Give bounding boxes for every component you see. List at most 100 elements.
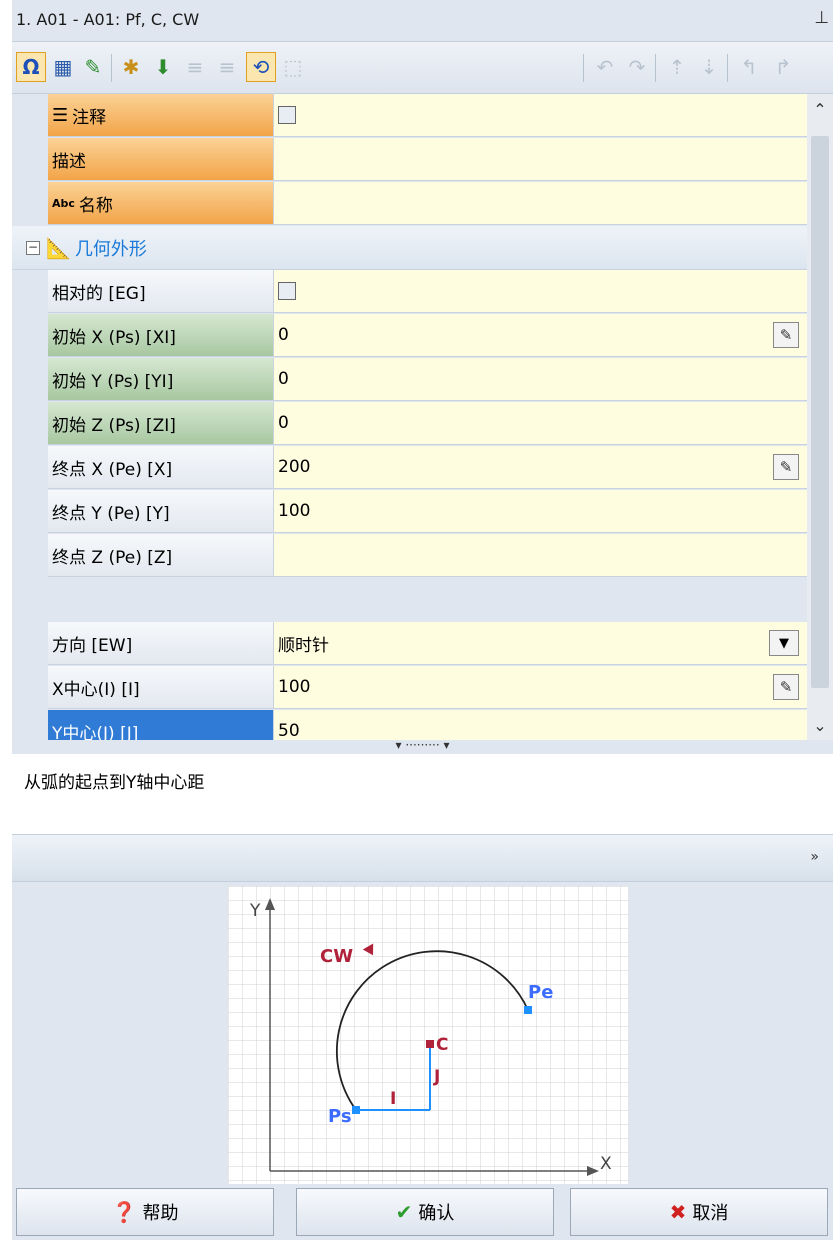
new-item-icon[interactable]: ✱ bbox=[116, 52, 146, 82]
end-x-text[interactable]: 200 bbox=[278, 457, 310, 477]
end-y-value[interactable]: 100 bbox=[273, 490, 807, 533]
center-x-text[interactable]: 100 bbox=[278, 677, 310, 697]
scroll-up-icon[interactable]: ⌃ bbox=[807, 94, 833, 124]
list-icon: ☰ bbox=[52, 104, 69, 126]
start-z-value[interactable]: 0 bbox=[273, 402, 807, 445]
scroll-down-icon[interactable]: ⌄ bbox=[807, 710, 833, 740]
start-x-text[interactable]: 0 bbox=[278, 325, 289, 345]
name-value[interactable] bbox=[273, 182, 807, 225]
panel-splitter[interactable]: ▾ ········· ▾ bbox=[12, 739, 833, 754]
row-label: 初始 X (Ps) [XI] bbox=[48, 314, 282, 357]
direction-label: 方向 [EW] bbox=[52, 635, 133, 656]
redo-icon[interactable]: ↷ bbox=[622, 52, 652, 82]
start-x-value[interactable]: 0 ✎ bbox=[273, 314, 807, 357]
window-title: 1. A01 - A01: Pf, C, CW bbox=[16, 10, 200, 29]
comment-value[interactable] bbox=[273, 94, 807, 137]
end-z-label: 终点 Z (Pe) [Z] bbox=[52, 547, 173, 568]
center-y-value[interactable]: 50 bbox=[273, 710, 807, 740]
comment-checkbox[interactable] bbox=[278, 106, 296, 124]
draw-arc-icon[interactable]: ✎ bbox=[78, 52, 108, 82]
row-label: 终点 X (Pe) [X] bbox=[48, 446, 282, 489]
group-geometry[interactable]: − 📐 几何外形 bbox=[12, 226, 807, 270]
row-start-x[interactable]: 初始 X (Ps) [XI] 0 ✎ bbox=[12, 314, 807, 358]
check-icon: ✔ bbox=[395, 1200, 413, 1224]
center-x-label: X中心(I) [I] bbox=[52, 679, 140, 700]
arc-diagram: Y X CW I J Ps Pe C bbox=[228, 886, 628, 1184]
row-label: 终点 Z (Pe) [Z] bbox=[48, 534, 282, 577]
step-down-icon[interactable]: ⇣ bbox=[694, 52, 724, 82]
help-button-label: 帮助 bbox=[142, 1203, 179, 1224]
cancel-icon: ✖ bbox=[669, 1200, 687, 1224]
pe-point bbox=[524, 1006, 532, 1014]
abc-icon: Abc bbox=[52, 196, 75, 210]
collapse-chevron-icon[interactable]: » bbox=[810, 849, 819, 865]
relative-checkbox[interactable] bbox=[278, 282, 296, 300]
row-end-x[interactable]: 终点 X (Pe) [X] 200 ✎ bbox=[12, 446, 807, 490]
collapse-icon[interactable]: − bbox=[26, 240, 40, 255]
name-label: 名称 bbox=[78, 195, 113, 216]
end-y-text[interactable]: 100 bbox=[278, 501, 310, 521]
edit-icon[interactable]: ✎ bbox=[773, 674, 799, 700]
pe-label: Pe bbox=[528, 982, 553, 1003]
omega-icon[interactable]: Ω bbox=[16, 52, 46, 82]
row-relative[interactable]: 相对的 [EG] bbox=[12, 270, 807, 314]
move-up-icon[interactable]: ≡ bbox=[180, 52, 210, 82]
row-start-z[interactable]: 初始 Z (Ps) [ZI] 0 bbox=[12, 402, 807, 446]
direction-text[interactable]: 顺时针 bbox=[278, 631, 329, 656]
i-label: I bbox=[390, 1089, 396, 1109]
cancel-button[interactable]: ✖ 取消 bbox=[570, 1188, 828, 1236]
row-center-x[interactable]: X中心(I) [I] 100 ✎ bbox=[12, 666, 807, 710]
row-direction[interactable]: 方向 [EW] 顺时针 ▼ bbox=[12, 622, 807, 666]
row-name[interactable]: Abc 名称 bbox=[12, 182, 807, 226]
row-start-y[interactable]: 初始 Y (Ps) [YI] 0 bbox=[12, 358, 807, 402]
start-y-label: 初始 Y (Ps) [YI] bbox=[52, 371, 174, 392]
center-y-text[interactable]: 50 bbox=[278, 721, 300, 740]
edit-icon[interactable]: ✎ bbox=[773, 322, 799, 348]
description-label: 描述 bbox=[52, 151, 86, 172]
forward-icon[interactable]: ↱ bbox=[768, 52, 798, 82]
insert-down-icon[interactable]: ⬇ bbox=[148, 52, 178, 82]
relative-label: 相对的 [EG] bbox=[52, 283, 146, 304]
row-label-selected: Y中心(J) [J] bbox=[48, 710, 282, 740]
row-end-y[interactable]: 终点 Y (Pe) [Y] 100 bbox=[12, 490, 807, 534]
ps-point bbox=[352, 1106, 360, 1114]
vertical-scrollbar[interactable]: ⌃ ⌄ bbox=[807, 94, 833, 740]
end-x-value[interactable]: 200 ✎ bbox=[273, 446, 807, 489]
row-comment[interactable]: ☰ 注释 bbox=[12, 94, 807, 138]
scroll-thumb[interactable] bbox=[811, 136, 829, 688]
assist-icon[interactable]: ⟲ bbox=[246, 52, 276, 82]
calendar-icon[interactable]: ▦ bbox=[48, 52, 78, 82]
row-center-y[interactable]: Y中心(J) [J] 50 bbox=[12, 710, 807, 740]
direction-select[interactable]: 顺时针 ▼ bbox=[273, 622, 807, 665]
start-x-label: 初始 X (Ps) [XI] bbox=[52, 327, 176, 348]
description-value[interactable] bbox=[273, 138, 807, 181]
button-bar: ❓ 帮助 ✔ 确认 ✖ 取消 bbox=[12, 1186, 833, 1240]
row-label: Abc 名称 bbox=[48, 182, 282, 225]
transform-icon[interactable]: ⬚ bbox=[278, 52, 308, 82]
comment-label: 注释 bbox=[72, 107, 107, 128]
undo-icon[interactable]: ↶ bbox=[590, 52, 620, 82]
center-x-value[interactable]: 100 ✎ bbox=[273, 666, 807, 709]
ok-button[interactable]: ✔ 确认 bbox=[296, 1188, 554, 1236]
x-axis-label: X bbox=[600, 1154, 612, 1174]
window-title-bar: 1. A01 - A01: Pf, C, CW ⊥ bbox=[12, 0, 833, 42]
start-z-label: 初始 Z (Ps) [ZI] bbox=[52, 415, 176, 436]
c-label: C bbox=[436, 1035, 448, 1055]
start-z-text[interactable]: 0 bbox=[278, 413, 289, 433]
end-z-value[interactable] bbox=[273, 534, 807, 577]
description-text: 从弧的起点到Y轴中心距 bbox=[24, 773, 205, 793]
pin-icon[interactable]: ⊥ bbox=[814, 8, 829, 28]
row-end-z[interactable]: 终点 Z (Pe) [Z] bbox=[12, 534, 807, 578]
move-down-icon[interactable]: ≡ bbox=[212, 52, 242, 82]
edit-icon[interactable]: ✎ bbox=[773, 454, 799, 480]
help-button[interactable]: ❓ 帮助 bbox=[16, 1188, 274, 1236]
row-description[interactable]: 描述 bbox=[12, 138, 807, 182]
back-icon[interactable]: ↰ bbox=[734, 52, 764, 82]
dropdown-arrow-icon[interactable]: ▼ bbox=[769, 630, 799, 656]
center-y-label: Y中心(J) [J] bbox=[52, 723, 139, 741]
start-y-value[interactable]: 0 bbox=[273, 358, 807, 401]
relative-value[interactable] bbox=[273, 270, 807, 313]
row-label: ☰ 注释 bbox=[48, 94, 282, 137]
start-y-text[interactable]: 0 bbox=[278, 369, 289, 389]
step-up-icon[interactable]: ⇡ bbox=[662, 52, 692, 82]
